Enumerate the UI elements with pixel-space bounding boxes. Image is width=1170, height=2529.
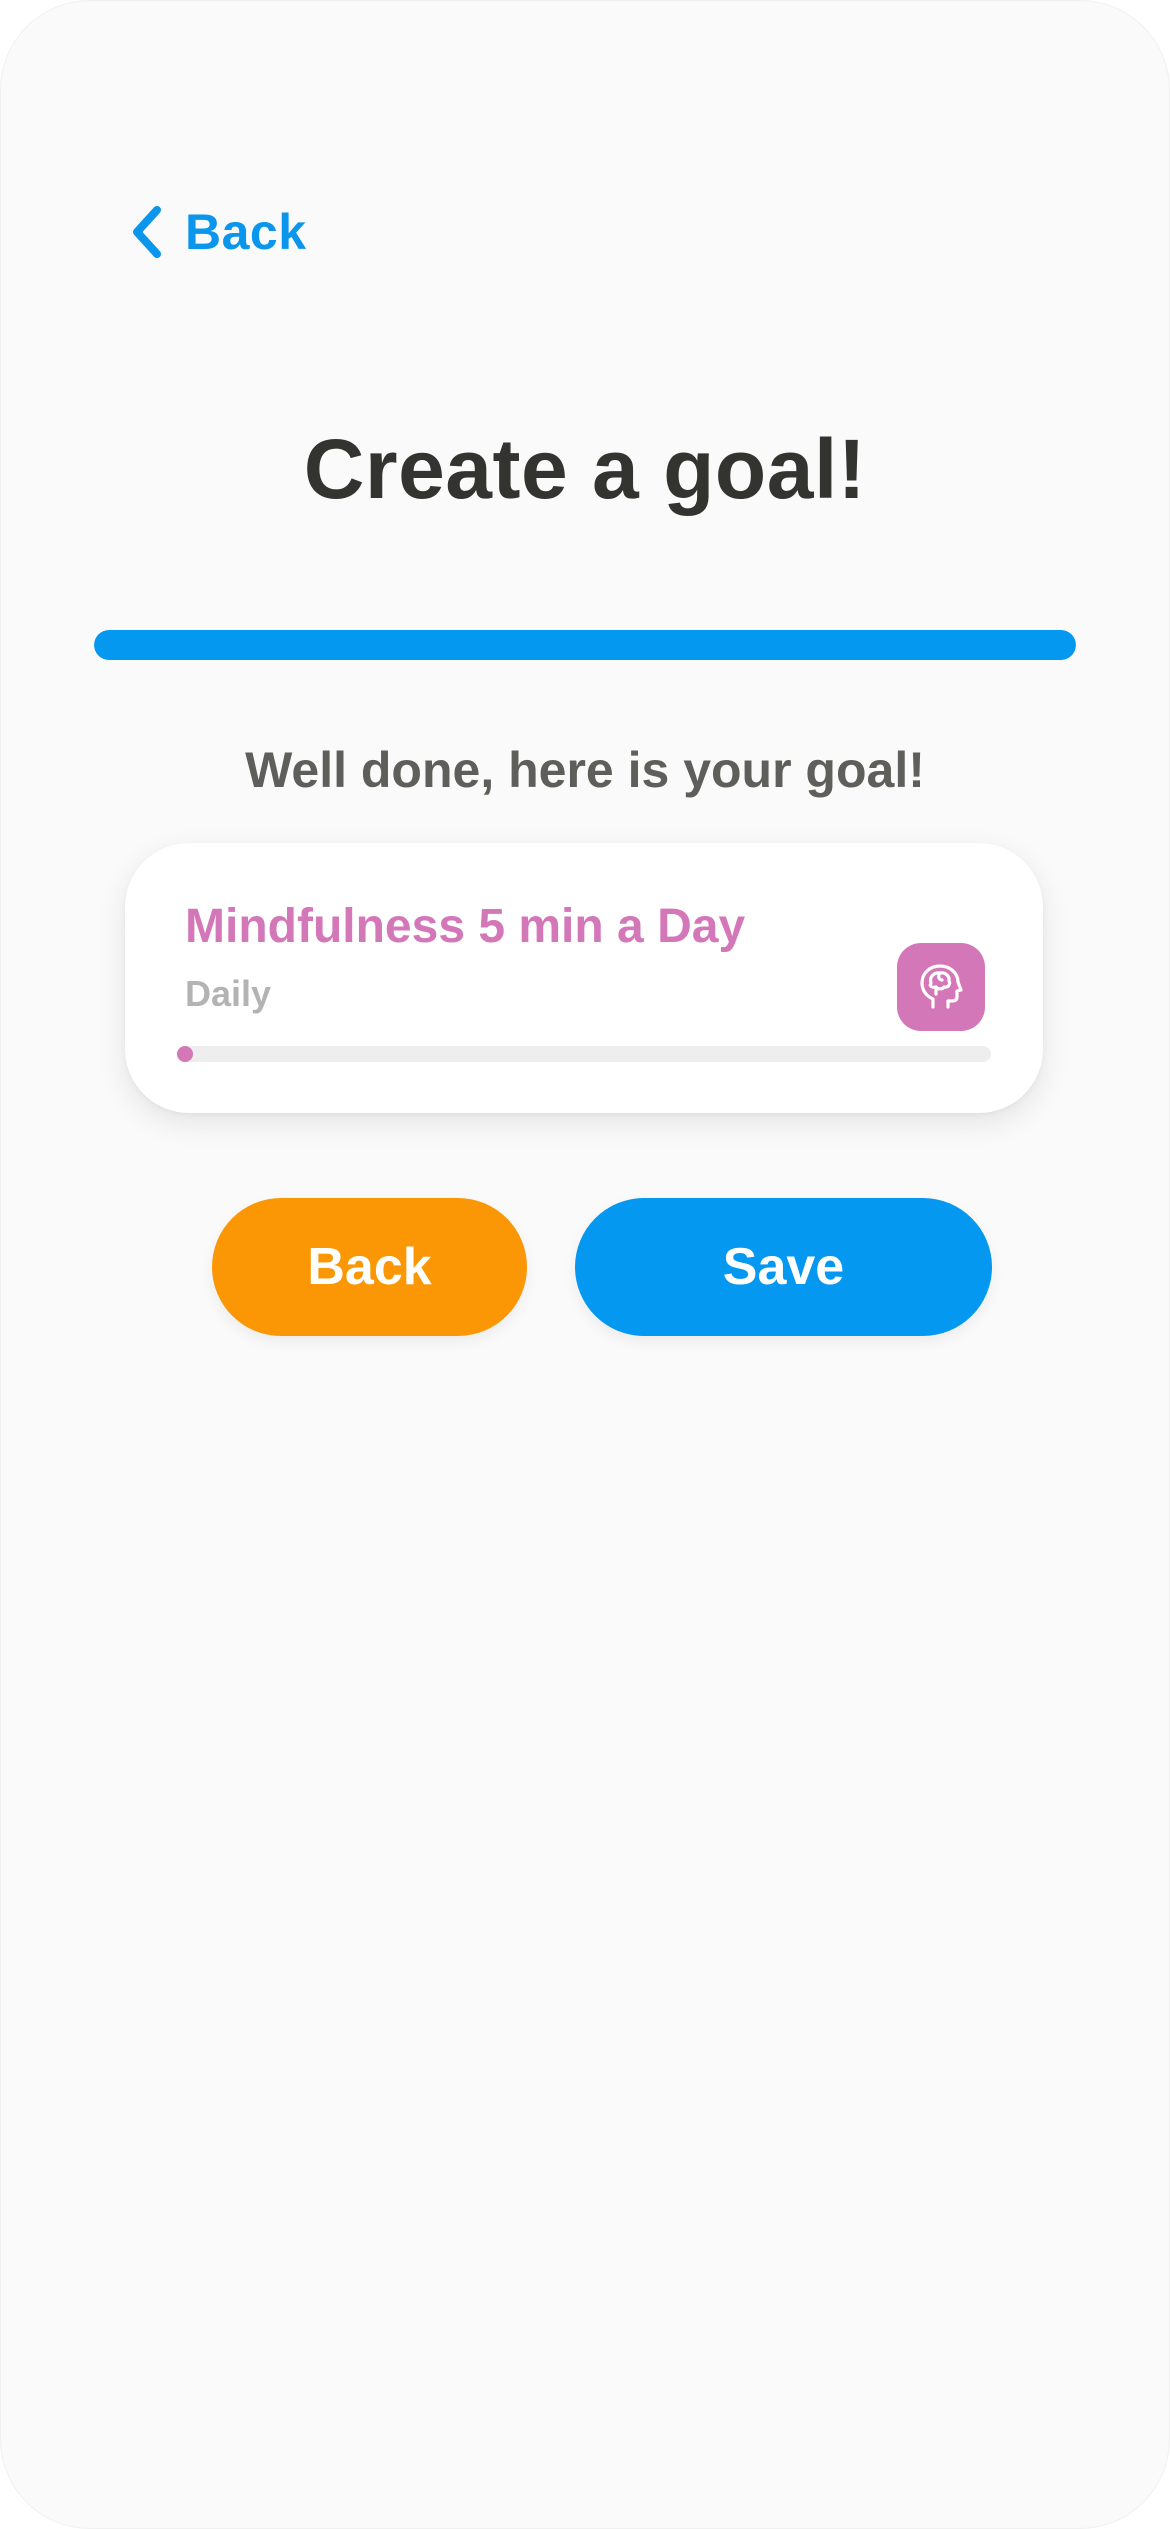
create-goal-screen: Back Create a goal! Well done, here is y… — [0, 0, 1170, 2529]
goal-progress-track — [177, 1046, 991, 1062]
step-progress-bar — [94, 630, 1076, 660]
nav-back-button[interactable]: Back — [129, 197, 307, 267]
step-progress-fill — [94, 630, 1076, 660]
back-button[interactable]: Back — [212, 1198, 527, 1336]
goal-card[interactable]: Mindfulness 5 min a Day Daily — [125, 843, 1043, 1113]
page-subtitle: Well done, here is your goal! — [245, 742, 925, 798]
goal-progress-fill — [177, 1046, 193, 1062]
chevron-left-icon — [133, 206, 161, 258]
page-title: Create a goal! — [303, 422, 867, 516]
mindfulness-head-icon — [897, 943, 985, 1031]
nav-back-label: Back — [185, 204, 307, 260]
goal-title: Mindfulness 5 min a Day — [185, 900, 746, 953]
save-button[interactable]: Save — [575, 1198, 992, 1336]
goal-frequency: Daily — [185, 973, 272, 1014]
